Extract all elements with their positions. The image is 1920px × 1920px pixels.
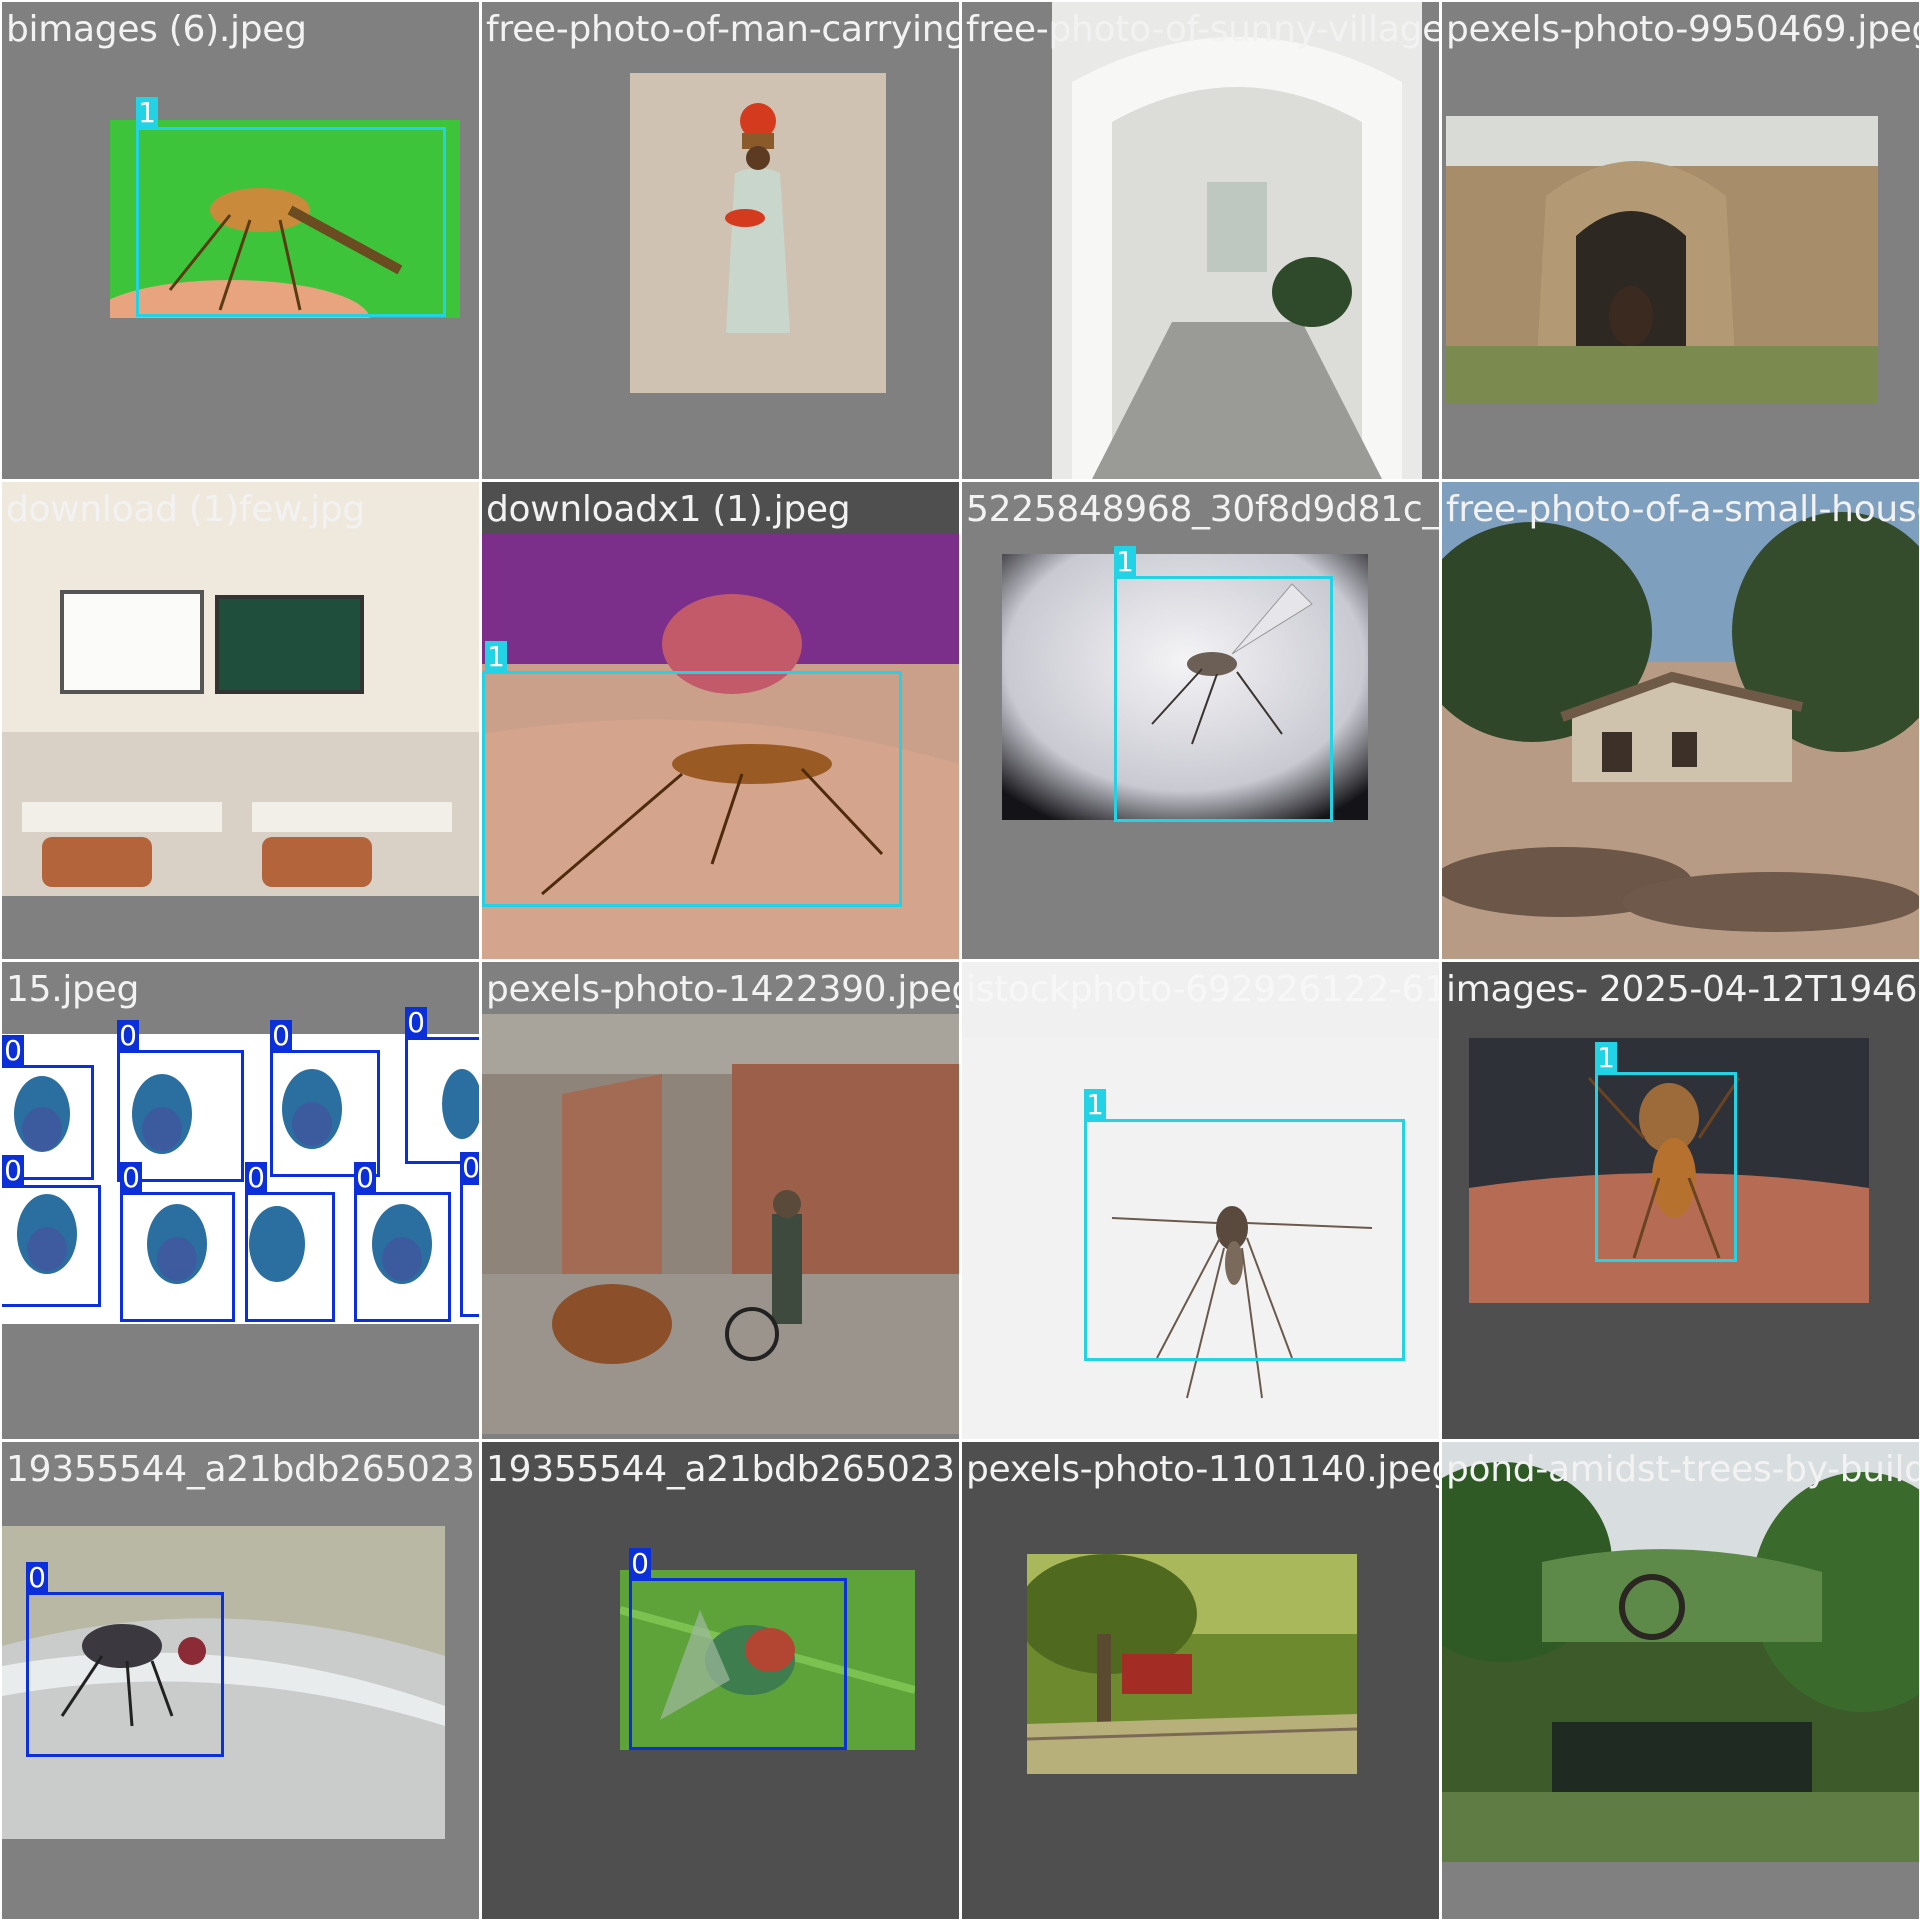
- detection-box: 0: [245, 1162, 335, 1322]
- class-label: 0: [629, 1548, 651, 1580]
- tile-7[interactable]: 5225848968_30f8d9d81c_2 1: [962, 482, 1439, 959]
- tile-filename: pond-amidst-trees-by-building: [1446, 1449, 1919, 1490]
- detection-box: 0: [270, 1020, 380, 1177]
- class-label: 0: [120, 1162, 142, 1194]
- tile-photo: [1442, 482, 1919, 959]
- tile-photo: [1052, 2, 1422, 479]
- detection-box: 1: [136, 97, 446, 317]
- detection-box: 0: [120, 1162, 235, 1322]
- tile-filename: free-photo-of-man-carrying-basket-of-fr: [486, 9, 959, 50]
- tile-filename: images- 2025-04-12T19461: [1446, 969, 1919, 1010]
- class-label: 0: [2, 1155, 24, 1187]
- tile-filename: pexels-photo-1101140.jpeg: [966, 1449, 1439, 1490]
- tile-8[interactable]: free-photo-of-a-small-house: [1442, 482, 1919, 959]
- tile-photo: [630, 73, 886, 393]
- tile-15[interactable]: pexels-photo-1101140.jpeg: [962, 1442, 1439, 1919]
- tile-filename: istockphoto-692926122-612x612.jpg: [966, 969, 1439, 1010]
- tile-filename: free-photo-of-sunny-village-alleyway.jp: [966, 9, 1439, 50]
- detection-box: 0: [26, 1562, 224, 1757]
- tile-photo: [2, 482, 479, 896]
- class-label: 0: [460, 1152, 479, 1184]
- tile-13[interactable]: 19355544_a21bdb265023 (149).jpg 0: [2, 1442, 479, 1919]
- tile-6[interactable]: downloadx1 (1).jpeg 1: [482, 482, 959, 959]
- class-label: 0: [270, 1020, 292, 1052]
- tile-photo: [1027, 1554, 1357, 1774]
- tile-1[interactable]: bimages (6).jpeg 1: [2, 2, 479, 479]
- tile-filename: download (1)few.jpg: [6, 489, 365, 530]
- tile-photo: [482, 1014, 959, 1434]
- detection-box: 1: [482, 641, 902, 907]
- tile-5[interactable]: download (1)few.jpg: [2, 482, 479, 959]
- tile-filename: 15.jpeg: [6, 969, 140, 1010]
- tile-10[interactable]: pexels-photo-1422390.jpeg: [482, 962, 959, 1439]
- class-label: 0: [117, 1020, 139, 1052]
- class-label: 1: [1114, 546, 1136, 578]
- tile-filename: pexels-photo-1422390.jpeg: [486, 969, 959, 1010]
- tile-photo: [1442, 1442, 1919, 1862]
- tile-14[interactable]: 19355544_a21bdb265023 (150).jpg 0: [482, 1442, 959, 1919]
- tile-filename: pexels-photo-9950469.jpeg: [1446, 9, 1919, 50]
- detection-box: 0: [354, 1162, 451, 1322]
- class-label: 1: [485, 641, 507, 673]
- tile-4[interactable]: pexels-photo-9950469.jpeg: [1442, 2, 1919, 479]
- detection-box: 0: [460, 1152, 479, 1317]
- tile-2[interactable]: free-photo-of-man-carrying-basket-of-fr: [482, 2, 959, 479]
- tile-filename: 5225848968_30f8d9d81c_2: [966, 489, 1439, 530]
- tile-11[interactable]: istockphoto-692926122-612x612.jpg 1: [962, 962, 1439, 1439]
- class-label: 1: [136, 97, 158, 129]
- class-label: 1: [1084, 1089, 1106, 1121]
- tile-filename: bimages (6).jpeg: [6, 9, 307, 50]
- class-label: 0: [354, 1162, 376, 1194]
- tile-filename: downloadx1 (1).jpeg: [486, 489, 851, 530]
- tile-3[interactable]: free-photo-of-sunny-village-alleyway.jp: [962, 2, 1439, 479]
- mosaic-grid: bimages (6).jpeg 1 free-photo-of-man-car…: [0, 0, 1920, 1920]
- tile-filename: 19355544_a21bdb265023 (149).jpg: [6, 1449, 479, 1490]
- detection-box: 1: [1595, 1042, 1737, 1262]
- detection-box: 1: [1114, 546, 1333, 822]
- detection-box: 0: [629, 1548, 847, 1750]
- class-label: 0: [2, 1035, 24, 1067]
- class-label: 0: [26, 1562, 48, 1594]
- detection-box: 0: [2, 1155, 101, 1307]
- class-label: 1: [1595, 1042, 1617, 1074]
- tile-16[interactable]: pond-amidst-trees-by-building: [1442, 1442, 1919, 1919]
- class-label: 0: [405, 1007, 427, 1039]
- tile-filename: free-photo-of-a-small-house: [1446, 489, 1919, 530]
- tile-12[interactable]: images- 2025-04-12T19461 1: [1442, 962, 1919, 1439]
- class-label: 0: [245, 1162, 267, 1194]
- tile-photo: [1446, 116, 1878, 404]
- tile-9[interactable]: 15.jpeg 0 0 0 0 0 0 0 0 0: [2, 962, 479, 1439]
- detection-box: 0: [405, 1007, 479, 1164]
- detection-box: 1: [1084, 1089, 1405, 1361]
- tile-filename: 19355544_a21bdb265023 (150).jpg: [486, 1449, 959, 1490]
